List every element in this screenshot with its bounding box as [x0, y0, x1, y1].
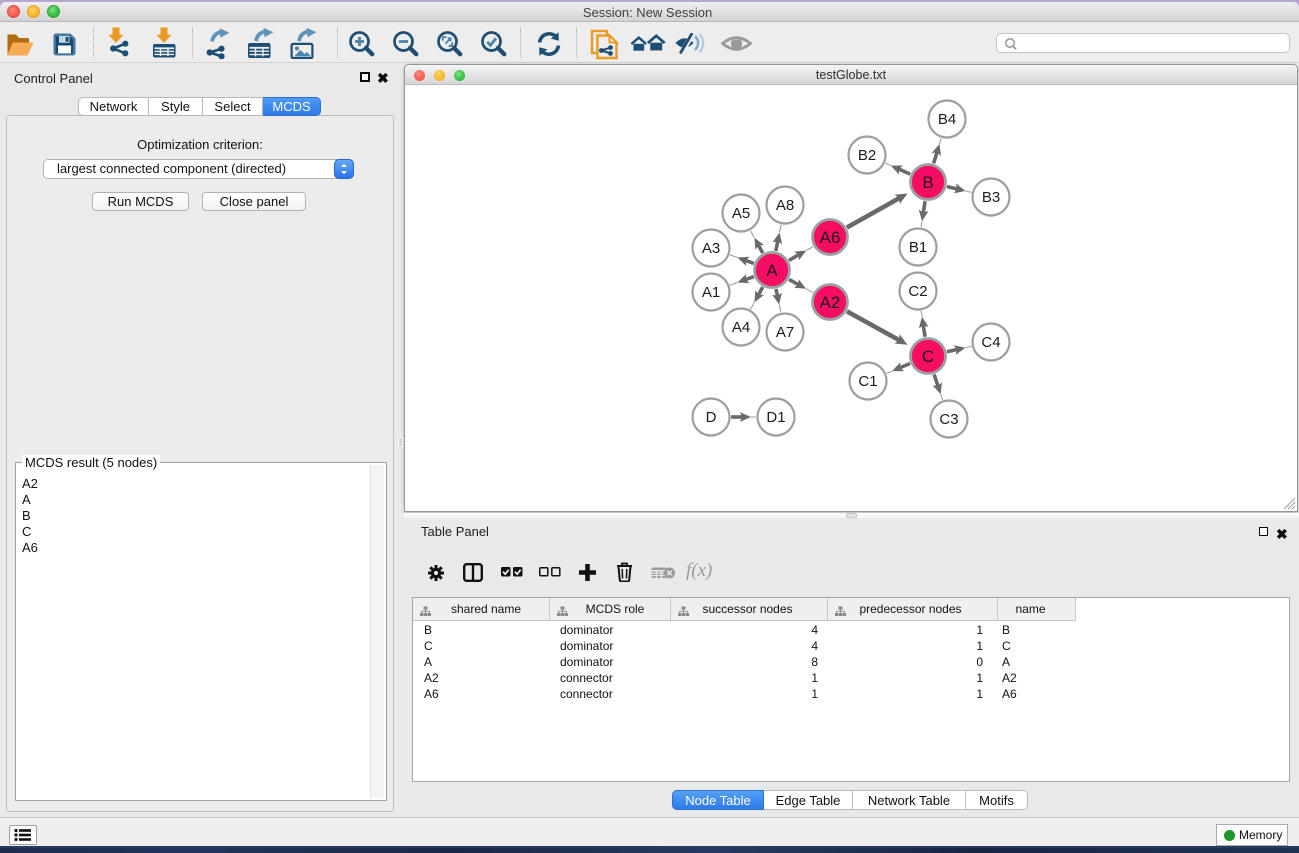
svg-text:C3: C3	[939, 411, 958, 428]
svg-text:A1: A1	[702, 284, 720, 301]
svg-text:B2: B2	[858, 147, 876, 164]
svg-text:C2: C2	[908, 283, 927, 300]
svg-text:B: B	[922, 173, 933, 192]
svg-text:A6: A6	[820, 228, 841, 247]
svg-text:B3: B3	[982, 189, 1000, 206]
svg-text:A8: A8	[776, 197, 794, 214]
svg-text:A2: A2	[820, 293, 841, 312]
svg-text:C: C	[922, 347, 934, 366]
svg-text:A3: A3	[702, 240, 720, 257]
svg-text:A: A	[766, 261, 778, 280]
svg-text:D1: D1	[766, 409, 785, 426]
svg-text:A7: A7	[776, 324, 794, 341]
svg-text:C4: C4	[981, 334, 1000, 351]
svg-text:A5: A5	[732, 205, 750, 222]
svg-text:D: D	[706, 409, 717, 426]
svg-text:B4: B4	[938, 111, 956, 128]
svg-text:B1: B1	[909, 239, 927, 256]
svg-text:C1: C1	[858, 373, 877, 390]
svg-text:A4: A4	[732, 319, 750, 336]
